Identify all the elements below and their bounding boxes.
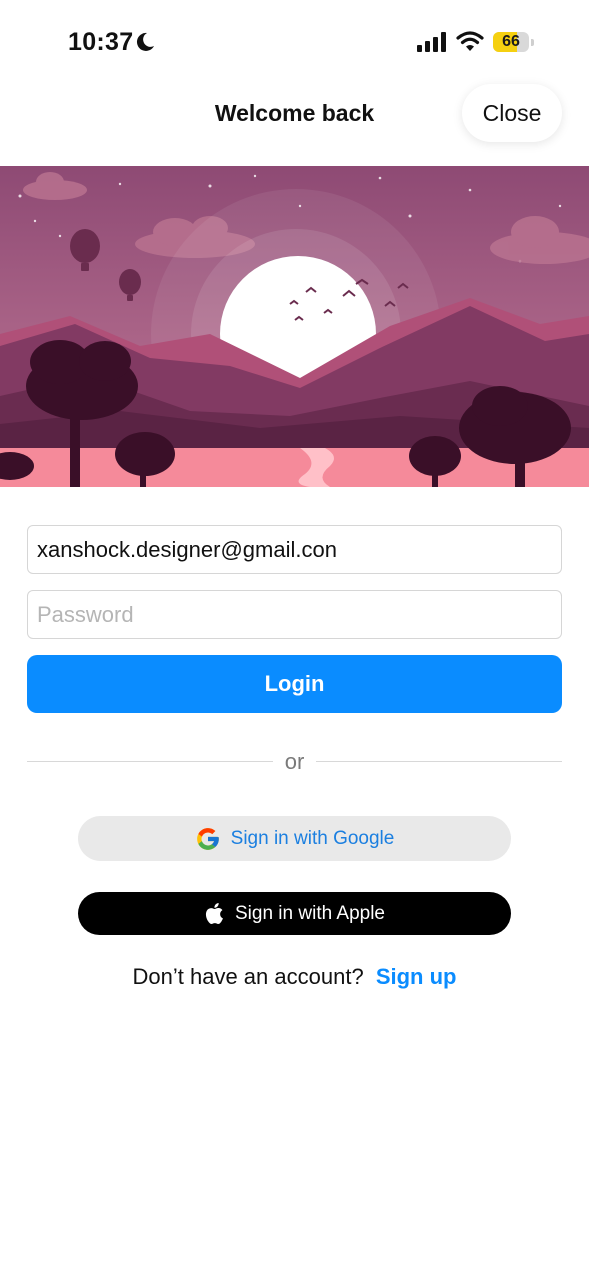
google-icon (196, 827, 219, 850)
status-time: 10:37 (68, 28, 134, 56)
signup-row: Don’t have an account? Sign up (0, 964, 589, 990)
email-field[interactable] (27, 525, 562, 574)
google-sign-in-button[interactable]: Sign in with Google (78, 816, 511, 861)
divider-line (316, 761, 562, 762)
signup-prompt: Don’t have an account? (132, 964, 364, 989)
battery-indicator: 66 (493, 32, 535, 52)
sunset-landscape-image (0, 166, 589, 487)
close-button[interactable]: Close (462, 84, 562, 142)
password-field[interactable] (27, 590, 562, 639)
apple-icon (205, 902, 223, 924)
battery-percent: 66 (502, 33, 520, 50)
divider-text: or (284, 749, 305, 774)
header: Welcome back Close (0, 84, 589, 166)
hero-illustration (0, 166, 589, 487)
moon-icon (136, 32, 154, 51)
status-bar: 10:37 66 (0, 0, 589, 86)
cellular-signal-icon (417, 32, 446, 52)
battery-cap (531, 39, 534, 46)
google-sign-in-label: Sign in with Google (230, 827, 395, 849)
apple-sign-in-button[interactable]: Sign in with Apple (78, 892, 511, 935)
login-button[interactable]: Login (27, 655, 562, 713)
wifi-icon (456, 31, 484, 51)
apple-sign-in-label: Sign in with Apple (235, 902, 385, 924)
sign-up-link[interactable]: Sign up (376, 964, 457, 989)
divider-line (27, 761, 273, 762)
battery-body: 66 (493, 32, 529, 52)
